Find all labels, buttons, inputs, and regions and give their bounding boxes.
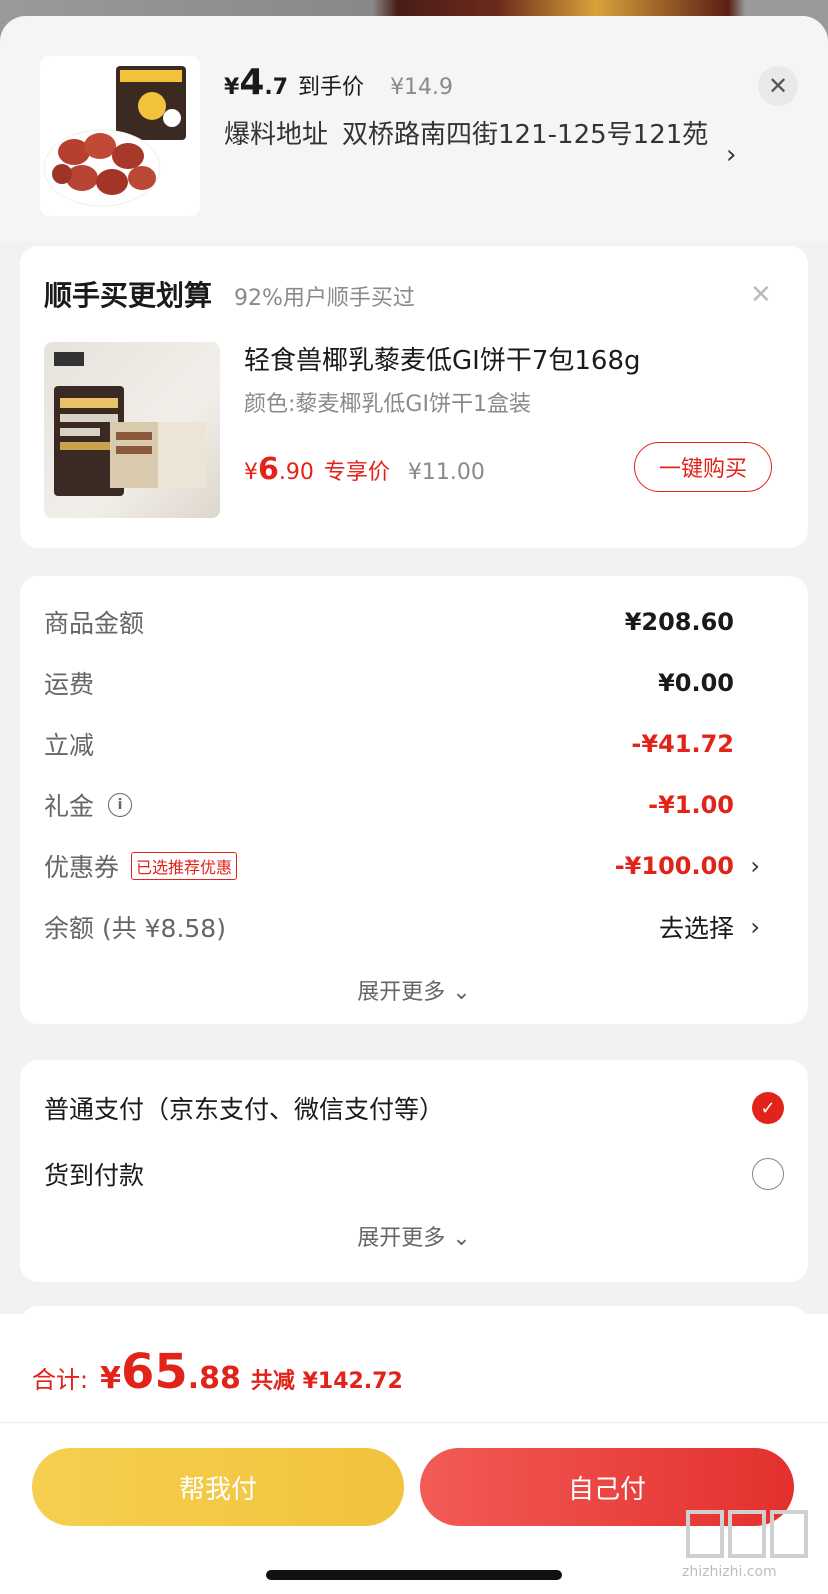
- price-integer: 6: [258, 452, 279, 487]
- total-integer: 65: [120, 1344, 188, 1400]
- summary-label: 运费: [44, 670, 95, 699]
- product-thumbnail: [40, 56, 200, 216]
- addon-subtitle: 92%用户顺手买过: [234, 286, 415, 311]
- original-price: ¥11.00: [407, 460, 485, 485]
- address-value: 双桥路南四街121-125号121苑: [342, 120, 709, 150]
- total-saving: 共减 ¥142.72: [250, 1369, 403, 1394]
- radio-checked-icon[interactable]: ✓: [752, 1092, 784, 1124]
- price-symbol: ¥: [244, 460, 258, 485]
- summary-label: 立减: [44, 731, 95, 760]
- home-indicator[interactable]: [266, 1570, 562, 1580]
- payment-label: 货到付款: [44, 1161, 145, 1190]
- summary-value[interactable]: 去选择: [659, 909, 734, 945]
- chevron-right-icon[interactable]: ›: [726, 140, 736, 170]
- one-click-buy-button[interactable]: 一键购买: [634, 442, 772, 492]
- summary-row-shipping: 运费 ¥0.00: [44, 663, 784, 703]
- close-icon[interactable]: ✕: [750, 280, 772, 310]
- total-decimal: .88: [187, 1361, 241, 1396]
- watermark-text: zhizhizhi.com: [682, 1564, 777, 1580]
- price-decimal: .7: [264, 75, 289, 100]
- expand-more-button[interactable]: 展开更多 ⌄: [20, 974, 808, 1006]
- address-label: 爆料地址: [224, 120, 329, 150]
- addon-product-spec: 颜色:藜麦椰乳低GI饼干1盒装: [244, 392, 531, 417]
- expand-more-button[interactable]: 展开更多 ⌄: [20, 1220, 808, 1252]
- original-price: ¥14.9: [390, 75, 454, 100]
- summary-label: 优惠券: [44, 853, 120, 882]
- summary-label: 商品金额: [44, 609, 145, 638]
- summary-label: 余额 (共 ¥8.58): [44, 914, 226, 943]
- addon-card: 顺手买更划算 92%用户顺手买过 ✕ 轻食兽椰乳藜麦低GI饼干7包168g 颜色…: [20, 246, 808, 548]
- price-decimal: .90: [278, 460, 314, 485]
- addon-product-image[interactable]: [44, 342, 220, 518]
- divider: [0, 1422, 828, 1423]
- coupon-badge: 已选推荐优惠: [131, 852, 238, 880]
- summary-value: -¥1.00: [648, 791, 734, 819]
- total-symbol: ¥: [100, 1361, 121, 1396]
- total-line: 合计: ¥ 65 .88 共减 ¥142.72: [32, 1344, 403, 1400]
- summary-value: -¥100.00: [614, 852, 734, 880]
- payment-option-normal[interactable]: 普通支付（京东支付、微信支付等） ✓: [44, 1086, 784, 1130]
- price-tag: 专享价: [323, 460, 390, 485]
- close-icon: ✕: [767, 72, 789, 100]
- addon-title: 顺手买更划算: [44, 279, 213, 312]
- chevron-down-icon: ⌄: [452, 1226, 471, 1251]
- watermark-logo: zhizhizhi.com: [682, 1506, 822, 1586]
- expand-more-label: 展开更多: [357, 980, 446, 1005]
- summary-value: ¥0.00: [658, 669, 734, 697]
- expand-more-label: 展开更多: [357, 1226, 446, 1251]
- address-row[interactable]: 爆料地址 双桥路南四街121-125号121苑: [224, 112, 724, 158]
- info-icon[interactable]: i: [108, 793, 133, 817]
- summary-row-gift-money: 礼金 i -¥1.00: [44, 785, 784, 825]
- addon-product-price: ¥ 6 .90 专享价 ¥11.00: [244, 452, 485, 487]
- summary-row-coupon[interactable]: 优惠券 已选推荐优惠 -¥100.00 ›: [44, 846, 784, 886]
- summary-row-goods: 商品金额 ¥208.60: [44, 602, 784, 642]
- summary-label: 礼金: [44, 792, 95, 821]
- payment-card: 普通支付（京东支付、微信支付等） ✓ 货到付款 展开更多 ⌄: [20, 1060, 808, 1282]
- summary-value: -¥41.72: [631, 730, 734, 758]
- payment-option-cod[interactable]: 货到付款: [44, 1152, 784, 1196]
- order-sheet: ¥ 4 .7 到手价 ¥14.9 爆料地址 双桥路南四街121-125号121苑 …: [0, 16, 828, 1594]
- radio-unchecked-icon[interactable]: [752, 1158, 784, 1190]
- addon-product-name[interactable]: 轻食兽椰乳藜麦低GI饼干7包168g: [244, 340, 641, 377]
- payment-label: 普通支付（京东支付、微信支付等）: [44, 1095, 445, 1124]
- close-button[interactable]: ✕: [758, 66, 798, 106]
- summary-row-balance[interactable]: 余额 (共 ¥8.58) 去选择 ›: [44, 907, 784, 947]
- summary-row-discount: 立减 -¥41.72: [44, 724, 784, 764]
- price-tag: 到手价: [298, 75, 365, 100]
- chevron-right-icon[interactable]: ›: [750, 852, 760, 880]
- sheet-header: ¥ 4 .7 到手价 ¥14.9 爆料地址 双桥路南四街121-125号121苑 …: [0, 16, 828, 242]
- price-symbol: ¥: [224, 75, 240, 100]
- help-me-pay-button[interactable]: 帮我付: [32, 1448, 404, 1526]
- chevron-right-icon[interactable]: ›: [750, 913, 760, 941]
- price-integer: 4: [239, 62, 265, 103]
- total-label: 合计:: [32, 1366, 89, 1394]
- price-line: ¥ 4 .7 到手价 ¥14.9: [224, 62, 453, 106]
- price-summary-card: 商品金额 ¥208.60 运费 ¥0.00 立减 -¥41.72 礼金 i -¥…: [20, 576, 808, 1024]
- chevron-down-icon: ⌄: [452, 980, 471, 1005]
- summary-value: ¥208.60: [624, 608, 734, 636]
